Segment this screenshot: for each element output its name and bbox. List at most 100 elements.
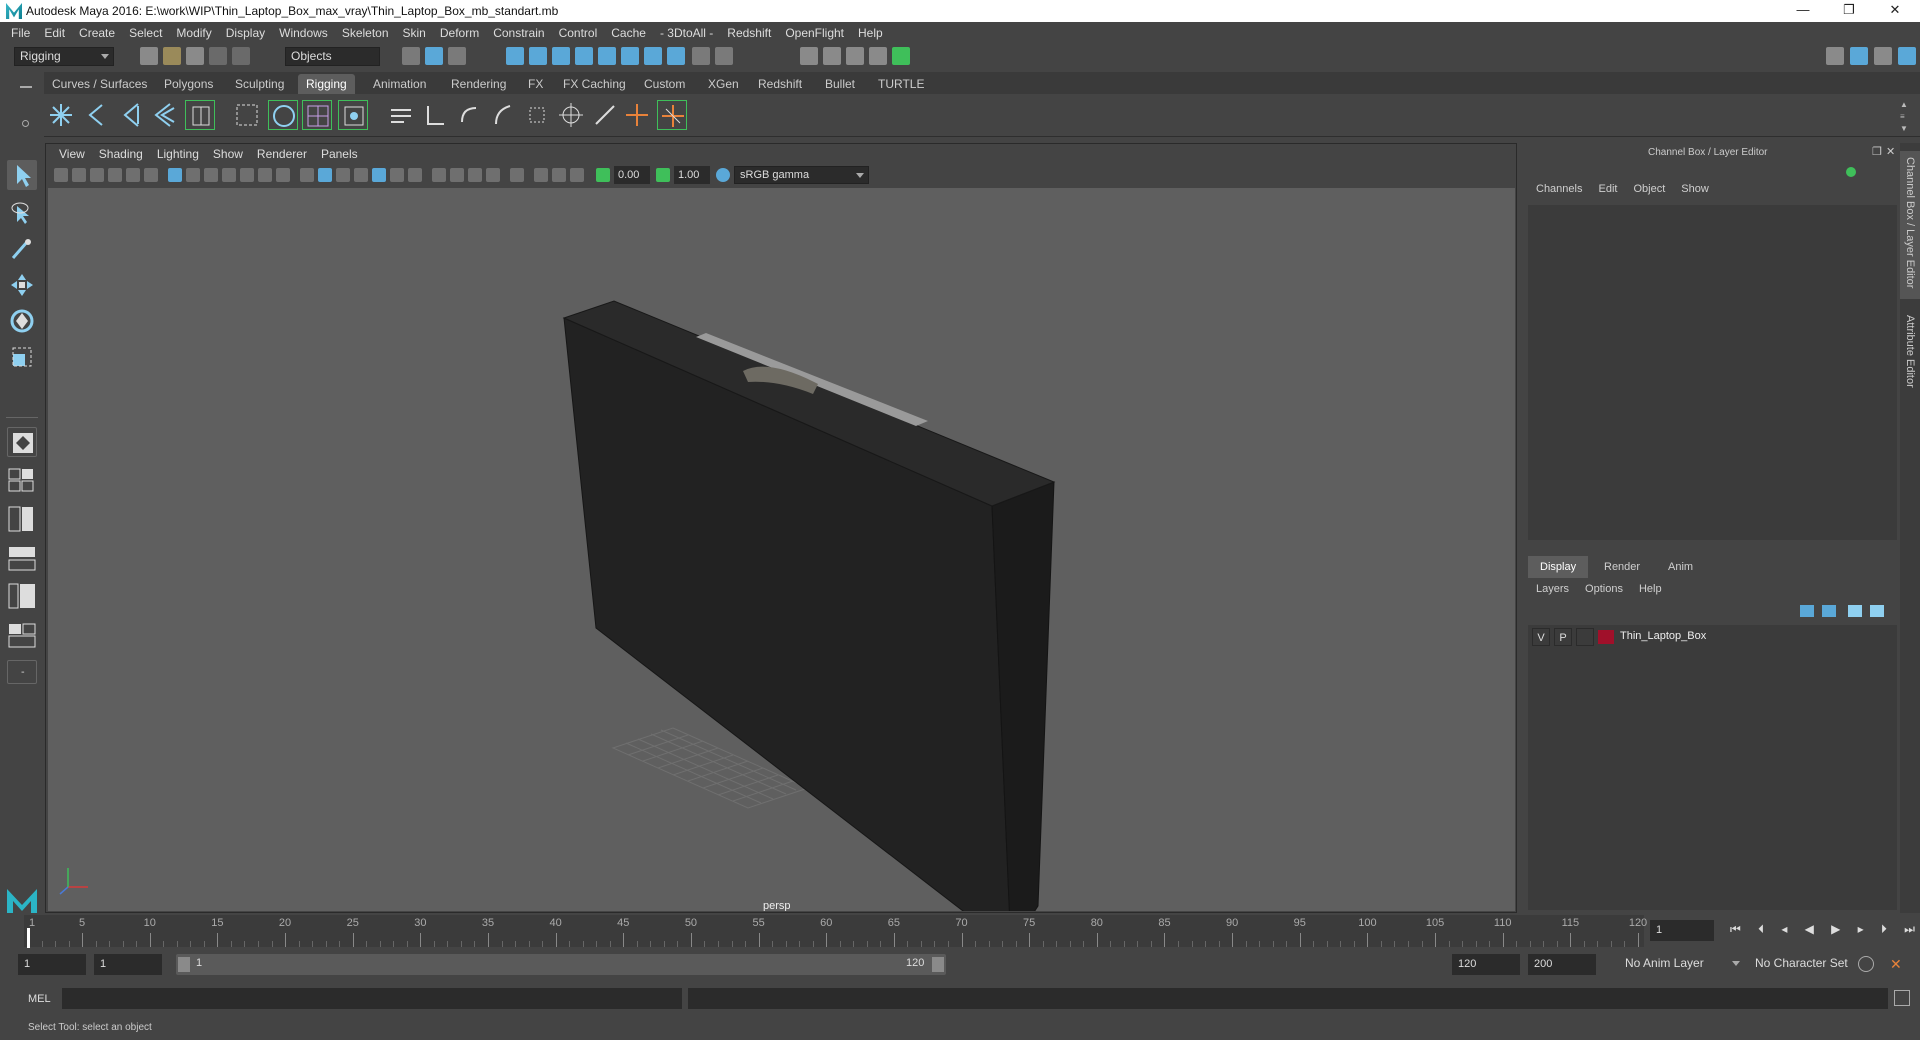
ipr-render-icon[interactable]	[846, 47, 864, 65]
isolate-select-icon[interactable]	[510, 168, 524, 182]
tab-custom[interactable]: Custom	[636, 74, 693, 94]
wireframe-icon[interactable]	[300, 168, 314, 182]
snap-vertex-icon[interactable]	[644, 47, 662, 65]
move-layer-up-icon[interactable]	[1800, 605, 1814, 617]
xray-joints-icon[interactable]	[570, 168, 584, 182]
render-settings-icon[interactable]	[869, 47, 887, 65]
field-chart-icon[interactable]	[240, 168, 254, 182]
viewport-menu-panels[interactable]: Panels	[314, 147, 365, 161]
playback-start-field[interactable]: 1	[94, 954, 162, 975]
scale-constraint-icon[interactable]	[488, 100, 518, 130]
snap-live-icon[interactable]	[598, 47, 616, 65]
gate-mask-icon[interactable]	[222, 168, 236, 182]
close-panel-icon[interactable]: ✕	[1886, 145, 1895, 158]
snap-grid-icon[interactable]	[506, 47, 524, 65]
menu-windows[interactable]: Windows	[272, 26, 335, 40]
use-all-lights-icon[interactable]	[390, 168, 404, 182]
menu-display[interactable]: Display	[219, 26, 272, 40]
snap-point-icon[interactable]	[552, 47, 570, 65]
side-tab-channel-box[interactable]: Channel Box / Layer Editor	[1900, 151, 1920, 299]
ik-handle-icon[interactable]	[82, 100, 112, 130]
menu-constrain[interactable]: Constrain	[486, 26, 551, 40]
render-current-icon[interactable]	[823, 47, 841, 65]
scale-tool-icon[interactable]	[7, 342, 37, 372]
maximize-button[interactable]: ❐	[1826, 0, 1872, 22]
select-by-component-icon[interactable]	[448, 47, 466, 65]
menu-control[interactable]: Control	[552, 26, 605, 40]
viewport-menu-renderer[interactable]: Renderer	[250, 147, 314, 161]
move-layer-down-icon[interactable]	[1822, 605, 1836, 617]
locator-icon[interactable]	[622, 100, 652, 130]
channel-box-toggle-icon[interactable]	[1898, 47, 1916, 65]
viewport-menu-lighting[interactable]: Lighting	[150, 147, 206, 161]
safe-title-icon[interactable]	[276, 168, 290, 182]
image-plane-icon[interactable]	[108, 168, 122, 182]
parent-constraint-icon[interactable]	[386, 100, 416, 130]
persp-outliner-layout-icon[interactable]	[7, 505, 37, 533]
tab-bullet[interactable]: Bullet	[817, 74, 863, 94]
viewport-menu-show[interactable]: Show	[206, 147, 250, 161]
cluster-icon[interactable]	[338, 100, 368, 130]
exposure-field[interactable]: 0.00	[614, 166, 650, 184]
tab-rigging[interactable]: Rigging	[298, 74, 355, 94]
film-gate-icon[interactable]	[186, 168, 200, 182]
menu-create[interactable]: Create	[72, 26, 122, 40]
lasso-tool-icon[interactable]	[7, 198, 37, 228]
select-tool-icon[interactable]	[7, 160, 37, 190]
depth-of-field-icon[interactable]	[486, 168, 500, 182]
layer-visibility-toggle[interactable]: V	[1532, 628, 1550, 646]
camera-attributes-icon[interactable]	[72, 168, 86, 182]
menu-select[interactable]: Select	[122, 26, 169, 40]
lock-icon[interactable]	[692, 47, 710, 65]
resolution-gate-icon[interactable]	[204, 168, 218, 182]
menu-deform[interactable]: Deform	[433, 26, 486, 40]
menuset-dropdown[interactable]: Rigging	[14, 47, 114, 66]
uv-editor-layout-icon[interactable]	[7, 622, 37, 650]
open-scene-icon[interactable]	[163, 47, 181, 65]
menu-3dtoall[interactable]: - 3DtoAll -	[653, 26, 720, 40]
tab-rendering[interactable]: Rendering	[443, 74, 514, 94]
auto-key-icon[interactable]	[1858, 956, 1874, 972]
playback-end-field[interactable]: 120	[1452, 954, 1520, 975]
options-menu[interactable]: Options	[1577, 583, 1631, 595]
snap-curve-icon[interactable]	[529, 47, 547, 65]
xray-active-icon[interactable]	[552, 168, 566, 182]
smooth-bind-icon[interactable]	[150, 100, 180, 130]
animation-end-field[interactable]: 200	[1528, 954, 1596, 975]
undo-icon[interactable]	[209, 47, 227, 65]
pole-vector-icon[interactable]	[556, 100, 586, 130]
wireframe-on-shaded-icon[interactable]	[336, 168, 350, 182]
shelf-scroll[interactable]: ▲ ≡ ▼	[1898, 100, 1914, 136]
menu-skeleton[interactable]: Skeleton	[335, 26, 396, 40]
bookmark-icon[interactable]	[90, 168, 104, 182]
grease-pencil-icon[interactable]	[144, 168, 158, 182]
new-scene-icon[interactable]	[140, 47, 158, 65]
move-tool-icon[interactable]	[7, 270, 37, 300]
default-material-icon[interactable]	[354, 168, 368, 182]
range-bar[interactable]: 1 120	[176, 954, 946, 975]
point-constraint-icon[interactable]	[420, 100, 450, 130]
input-ops-icon[interactable]	[715, 47, 733, 65]
show-menu[interactable]: Show	[1673, 183, 1717, 201]
side-tab-attribute-editor[interactable]: Attribute Editor	[1900, 309, 1920, 399]
aim-constraint-icon[interactable]	[522, 100, 552, 130]
tab-fx[interactable]: FX	[520, 74, 551, 94]
shelf-menu-icon[interactable]: ≡	[1900, 112, 1905, 121]
snap-help-icon[interactable]	[667, 47, 685, 65]
go-to-end-icon[interactable]: ⏭	[1904, 922, 1915, 938]
script-language-toggle[interactable]: MEL	[28, 993, 51, 1005]
menu-help[interactable]: Help	[851, 26, 890, 40]
shadows-icon[interactable]	[408, 168, 422, 182]
four-view-layout-icon[interactable]	[7, 467, 37, 493]
hypershade-layout-icon[interactable]	[7, 582, 37, 610]
edit-menu[interactable]: Edit	[1590, 183, 1625, 201]
sculpt-deformer-icon[interactable]	[268, 100, 298, 130]
tab-sculpting[interactable]: Sculpting	[227, 74, 292, 94]
color-management-icon[interactable]	[716, 168, 730, 182]
exposure-icon[interactable]	[596, 168, 610, 182]
float-panel-icon[interactable]: ❐	[1872, 145, 1882, 158]
tab-render[interactable]: Render	[1592, 556, 1652, 578]
new-layer-selected-icon[interactable]	[1870, 605, 1884, 617]
viewport-menu-view[interactable]: View	[52, 147, 92, 161]
tab-xgen[interactable]: XGen	[700, 74, 747, 94]
